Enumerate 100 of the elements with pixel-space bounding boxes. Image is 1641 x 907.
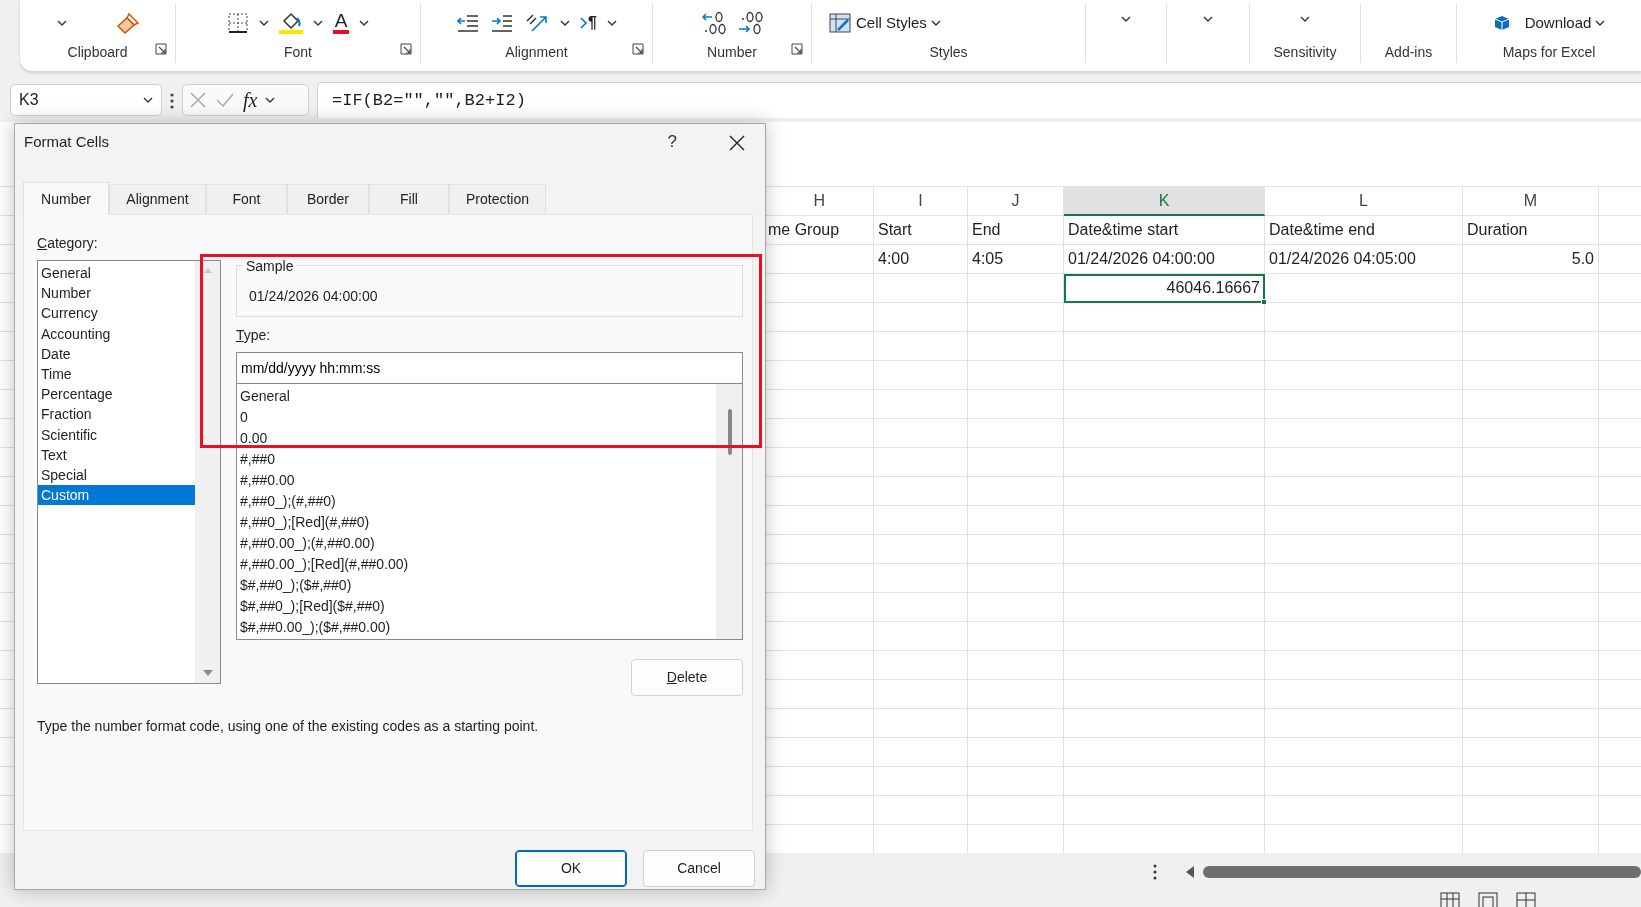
list-item[interactable]: Currency [38,303,195,324]
formula-field[interactable]: =IF(B2="","",B2+I2) [317,82,1641,118]
caret-icon[interactable] [312,20,323,26]
font-color-button[interactable]: A [332,12,350,34]
list-item[interactable]: General [38,263,195,284]
dialog-launcher-icon[interactable] [632,43,644,56]
list-item[interactable]: Fraction [38,404,195,425]
scroll-up-icon[interactable] [202,267,213,274]
help-button[interactable]: ? [667,129,677,155]
increase-indent-icon[interactable] [490,13,515,33]
category-list[interactable]: General Number Currency Accounting Date Time Percentage Fraction Scientific Text Special Custom [37,260,221,684]
brush-icon[interactable] [114,11,141,35]
table-cell[interactable]: Duration [1463,216,1599,245]
page-layout-icon[interactable] [1478,892,1498,907]
ok-button[interactable]: OK [515,850,627,887]
scrollbar[interactable] [195,261,220,683]
list-item[interactable]: $#,##0_);($#,##0) [237,575,716,596]
table-cell[interactable]: Date&time start [1064,216,1265,245]
caret-icon[interactable] [359,20,370,26]
list-item[interactable]: #,##0_);(#,##0) [237,491,716,512]
tab[interactable]: Protection [449,184,546,214]
scrollbar-thumb[interactable] [1203,865,1641,878]
increase-decimal-icon[interactable] [701,10,727,36]
dialog-launcher-icon[interactable] [400,43,412,56]
scroll-down-icon[interactable] [201,669,214,677]
column-header[interactable]: L [1265,187,1463,216]
caret-icon[interactable] [560,20,571,26]
decrease-decimal-icon[interactable] [737,10,763,36]
list-item[interactable]: #,##0.00_);[Red](#,##0.00) [237,554,716,575]
list-item[interactable]: #,##0 [237,449,716,470]
caret-icon[interactable] [265,97,276,103]
list-item[interactable]: Accounting [38,323,195,344]
page-break-icon[interactable] [1516,892,1536,907]
list-item[interactable]: Special [38,464,195,486]
scrollbar-thumb[interactable] [728,409,732,455]
field-label: Category: [37,235,98,251]
fill-handle[interactable] [1261,299,1267,305]
list-item[interactable]: Scientific [38,424,195,445]
close-icon[interactable] [729,134,745,151]
fill-color-icon[interactable] [278,12,303,34]
group-label: Sensitivity [1273,43,1337,62]
group-label: Number [707,43,757,62]
list-item[interactable]: 0 [237,407,716,428]
list-item[interactable]: Time [38,363,195,385]
insert-function-button[interactable]: fx [243,85,258,115]
check-icon[interactable] [215,91,235,109]
download-button[interactable]: Download [1490,9,1608,37]
table-cell[interactable]: 01/24/2026 04:05:00 [1265,245,1463,274]
group-label: Maps for Excel [1502,43,1596,62]
name-box[interactable]: K3 [10,84,162,116]
type-field[interactable]: mm/dd/yyyy hh:mm:ss [236,352,743,384]
dropdown-button[interactable] [1201,14,1215,24]
more-icon[interactable] [170,92,174,109]
tab[interactable]: Alignment [109,184,206,214]
list-item[interactable]: Number [38,283,195,304]
table-cell[interactable]: 4:05 [968,245,1064,274]
dropdown-button[interactable] [1298,14,1312,24]
table-cell[interactable]: End [968,216,1064,245]
list-item[interactable]: 0.00 [237,428,716,449]
list-item[interactable]: #,##0.00_);(#,##0.00) [237,533,716,554]
list-item[interactable]: #,##0_);[Red](#,##0) [237,512,716,533]
list-item[interactable]: #,##0.00 [237,470,716,491]
column-header[interactable]: M [1463,187,1599,216]
list-item[interactable]: Custom [38,485,195,506]
scrollbar[interactable] [716,384,742,639]
paragraph-mark[interactable]: ¶ [588,11,597,35]
dropdown-button[interactable] [1119,14,1133,24]
list-item[interactable]: Text [38,444,195,465]
table-cell[interactable]: 01/24/2026 04:00:00 [1064,245,1265,274]
tab[interactable]: Border [287,184,369,214]
decrease-indent-icon[interactable] [456,13,481,33]
list-item[interactable]: Date [38,343,195,364]
scroll-left-icon[interactable] [1185,865,1195,880]
column-header[interactable]: I [874,187,968,216]
table-cell[interactable]: 46046.16667 [1064,274,1265,303]
table-cell[interactable]: 5.0 [1463,245,1599,274]
list-item[interactable]: Percentage [38,384,195,405]
table-cell[interactable]: Start [874,216,968,245]
list-item[interactable]: General [237,386,716,407]
column-header[interactable]: K [1064,187,1265,216]
borders-icon[interactable] [226,12,249,34]
window-title: Format Cells [24,131,109,152]
cancel-button[interactable]: Cancel [643,850,755,887]
caret-icon[interactable] [606,20,617,26]
format-list[interactable]: General 0 0.00 #,##0 #,##0.00 #,##0_);(#,##0) #,##0_);[Red](#,##0) #,##0.00_);(#,##0.00) #,##0.00_);[Red](#,##0.00) $#,##0_);($#,##0) $#,##0_);[Red]($#,##0) $#,##0.00_);($#,##0.00) [236,384,743,640]
tab[interactable]: Font [206,184,287,214]
cell-styles-button[interactable]: Cell Styles [826,9,943,37]
list-item[interactable]: $#,##0.00_);($#,##0.00) [237,617,716,638]
caret-icon[interactable] [258,20,269,26]
table-style-icon [828,12,852,34]
tab[interactable]: Number [23,182,109,215]
delete-button[interactable]: Delete [631,659,743,696]
list-item[interactable]: $#,##0_);[Red]($#,##0) [237,596,716,617]
tab[interactable]: Fill [369,184,449,214]
more-icon[interactable] [1153,864,1157,881]
normal-view-icon[interactable] [1440,892,1460,907]
table-cell[interactable]: 4:00 [874,245,968,274]
dialog-launcher-icon[interactable] [791,43,803,56]
table-cell[interactable]: Date&time end [1265,216,1463,245]
dialog-launcher-icon[interactable] [155,43,167,56]
